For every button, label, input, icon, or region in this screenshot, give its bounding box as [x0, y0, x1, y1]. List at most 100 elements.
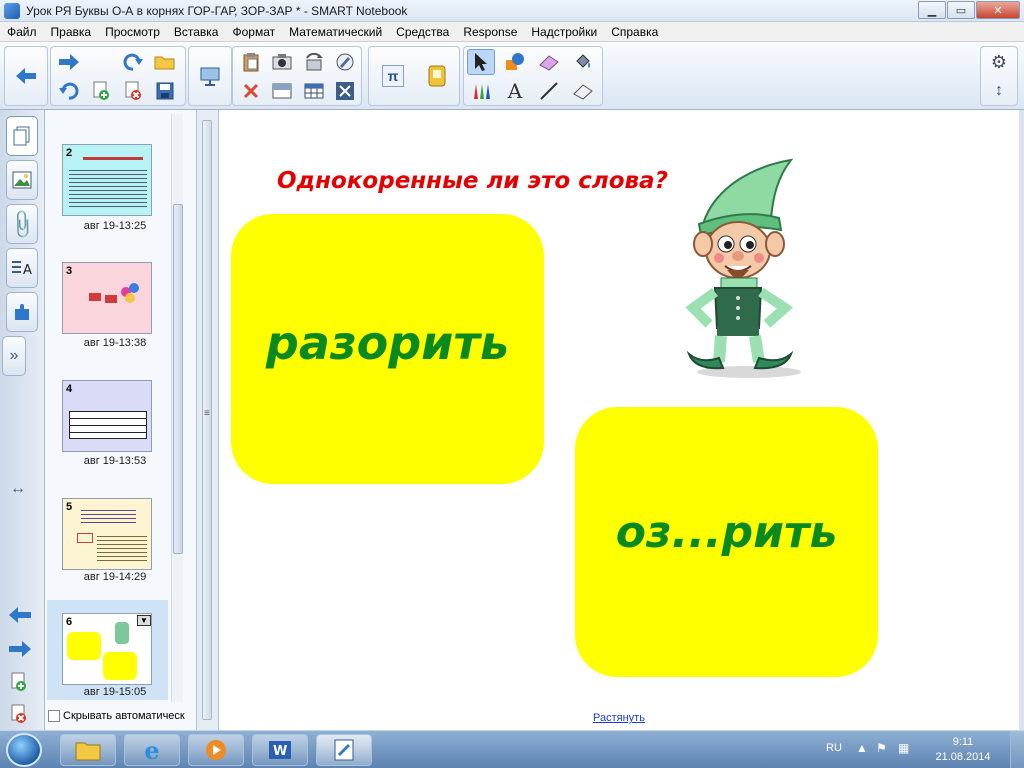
taskbar-explorer[interactable]	[60, 734, 116, 766]
sidebar-delete-page-button[interactable]	[9, 704, 29, 727]
addons-tab[interactable]	[6, 292, 38, 332]
attachments-icon: 📎	[5, 207, 39, 241]
word-card-2[interactable]: оз...рить	[575, 407, 878, 677]
ink-aware-button[interactable]	[331, 49, 359, 75]
page-canvas[interactable]: Однокоренные ли это слова? разорить оз..…	[219, 110, 1019, 730]
menu-insert[interactable]: Вставка	[167, 25, 226, 39]
minimize-button[interactable]: ▁	[918, 1, 946, 19]
autohide-option[interactable]: Скрывать автоматическ	[48, 710, 185, 722]
clock[interactable]: 9:11 21.08.2014	[928, 735, 998, 765]
shapes-button[interactable]	[501, 49, 529, 75]
menu-file[interactable]: Файл	[0, 25, 44, 39]
menu-view[interactable]: Просмотр	[98, 25, 167, 39]
page-sorter-tab[interactable]	[6, 116, 38, 156]
arrow-left-icon	[9, 607, 31, 623]
page-thumbnail[interactable]: 5	[62, 498, 152, 570]
next-page-button[interactable]	[8, 640, 32, 661]
splitter-handle[interactable]	[202, 120, 212, 720]
magic-eraser-button[interactable]	[569, 78, 597, 104]
stretch-link[interactable]: Растянуть	[593, 712, 645, 724]
gallery-tab[interactable]	[6, 160, 38, 200]
delete-button[interactable]	[237, 78, 265, 104]
capture-button[interactable]	[268, 49, 296, 75]
pi-icon: π	[382, 65, 404, 87]
sorter-scrollbar[interactable]	[171, 114, 183, 702]
expand-sidebar-button[interactable]: »	[2, 336, 26, 376]
sidebar-add-page-button[interactable]	[9, 672, 29, 695]
delete-x-icon	[243, 83, 259, 99]
resize-sidebar-button[interactable]: ↔	[10, 480, 26, 498]
attachments-tab[interactable]: 📎	[5, 204, 39, 244]
undo-button[interactable]	[55, 78, 83, 104]
response-button[interactable]	[423, 63, 451, 89]
prev-page-button[interactable]	[8, 606, 32, 627]
taskbar-word[interactable]: W	[252, 734, 308, 766]
menu-help[interactable]: Справка	[604, 25, 665, 39]
page-menu-dropdown[interactable]: ▼	[137, 615, 151, 626]
pens-button[interactable]	[467, 78, 495, 104]
slide-question[interactable]: Однокоренные ли это слова?	[277, 168, 668, 194]
menu-tools[interactable]: Средства	[389, 25, 456, 39]
math-button[interactable]: π	[379, 63, 407, 89]
add-page-button[interactable]	[87, 78, 115, 104]
page-thumbnail[interactable]: 4	[62, 380, 152, 452]
page-sorter-icon	[13, 126, 30, 146]
fullscreen-button[interactable]	[331, 78, 359, 104]
screen-shade-icon	[272, 83, 292, 99]
screen-shade-button[interactable]	[268, 78, 296, 104]
page-thumbnail[interactable]: 3	[62, 262, 152, 334]
ink-aware-icon	[336, 53, 354, 71]
canvas-scrollbar[interactable]	[1019, 110, 1024, 730]
fill-button[interactable]	[569, 49, 597, 75]
start-button[interactable]	[6, 733, 42, 767]
delete-page-icon	[125, 81, 141, 100]
line-button[interactable]	[535, 78, 563, 104]
menu-math[interactable]: Математический	[282, 25, 389, 39]
pens-icon	[474, 84, 490, 99]
menu-edit[interactable]: Правка	[44, 25, 99, 39]
page-thumbnail[interactable]: 2	[62, 144, 152, 216]
add-page-icon	[11, 672, 26, 691]
forward-button[interactable]	[55, 49, 83, 75]
settings-button[interactable]: ⚙	[985, 49, 1013, 75]
autohide-checkbox[interactable]	[48, 710, 60, 722]
menu-addons[interactable]: Надстройки	[524, 25, 604, 39]
shapes-icon	[506, 53, 524, 70]
language-indicator[interactable]: RU	[826, 742, 842, 754]
menu-response[interactable]: Response	[456, 25, 524, 39]
scrollbar-thumb[interactable]	[173, 204, 183, 554]
word-card-1[interactable]: разорить	[231, 214, 544, 484]
taskbar-internet-explorer[interactable]: e	[124, 734, 180, 766]
paste-button[interactable]	[237, 49, 265, 75]
projector-button[interactable]	[196, 63, 224, 89]
text-button[interactable]: A	[501, 78, 529, 104]
add-page-icon	[93, 81, 109, 100]
network-icon[interactable]: ▦	[898, 741, 909, 755]
redo-button[interactable]	[119, 49, 147, 75]
open-folder-icon	[154, 56, 175, 70]
tray-expand-icon[interactable]: ▲	[856, 741, 868, 755]
move-toolbar-button[interactable]: ↕	[985, 78, 1013, 104]
sidebar-splitter[interactable]: ≡	[197, 110, 219, 730]
eraser-button[interactable]	[535, 49, 563, 75]
save-button[interactable]	[151, 78, 179, 104]
page-thumbnail-selected[interactable]: 6 ▼	[62, 613, 152, 685]
taskbar-media-player[interactable]	[188, 734, 244, 766]
show-desktop-button[interactable]	[1010, 731, 1024, 768]
record-button[interactable]	[300, 49, 328, 75]
table-button[interactable]	[300, 78, 328, 104]
delete-page-button[interactable]	[119, 78, 147, 104]
back-button[interactable]	[12, 63, 40, 89]
action-center-flag-icon[interactable]: ⚑	[876, 741, 887, 755]
page-timestamp: авг 19-13:25	[83, 220, 147, 232]
taskbar-smart-notebook[interactable]	[316, 734, 372, 766]
properties-tab[interactable]: A	[6, 248, 38, 288]
open-button[interactable]	[151, 49, 179, 75]
elf-illustration[interactable]	[675, 158, 825, 380]
menu-format[interactable]: Формат	[225, 25, 282, 39]
close-button[interactable]: ✕	[976, 1, 1020, 19]
toolbar: π A ⚙ ↕	[0, 42, 1024, 110]
select-button[interactable]	[467, 49, 495, 75]
page-timestamp: авг 19-13:53	[83, 455, 147, 467]
maximize-button[interactable]: ▭	[947, 1, 975, 19]
